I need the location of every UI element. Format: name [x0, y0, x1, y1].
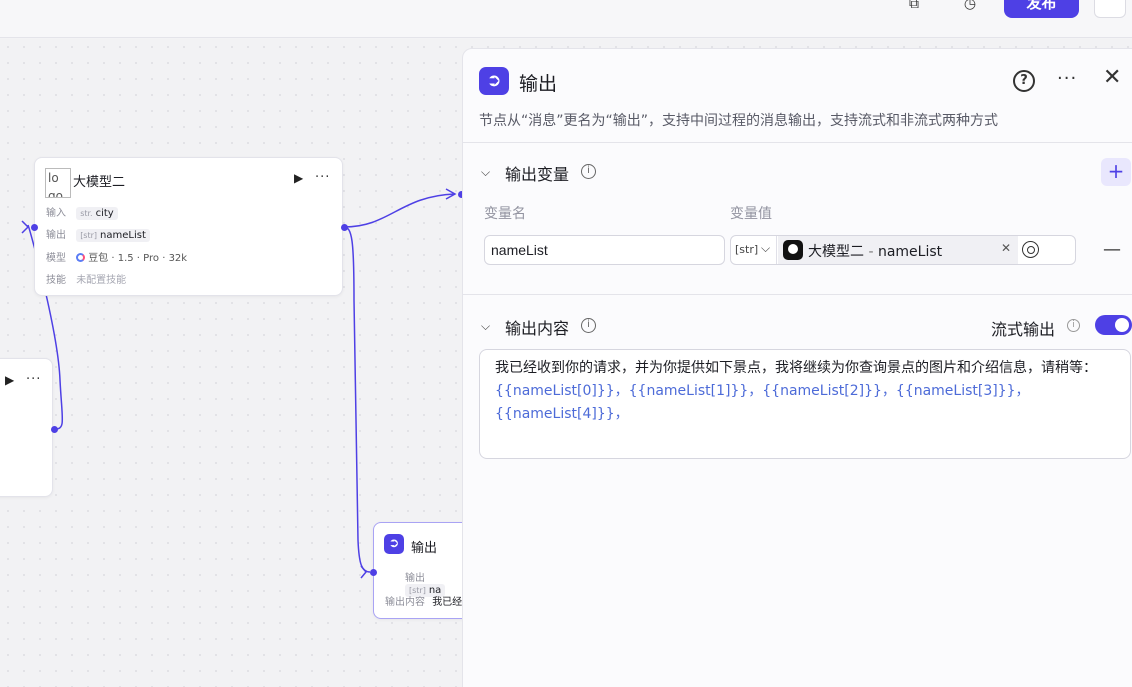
chevron-down-icon[interactable]: ⌵	[481, 319, 490, 334]
add-variable-button[interactable]: +	[1101, 158, 1131, 186]
more-icon[interactable]: ···	[315, 170, 330, 185]
column-header-name: 变量名	[484, 206, 526, 222]
output-node-icon: ➲	[384, 534, 404, 554]
panel-description: 节点从“消息”更名为“输出”，支持中间过程的消息输出，支持流式和非流式两种方式	[479, 113, 999, 129]
output-variables-title: 输出变量	[505, 165, 570, 184]
remove-variable-button[interactable]: —	[1103, 239, 1121, 260]
clear-reference-icon[interactable]: ✕	[1001, 241, 1011, 255]
node-config-panel: ➲ 输出 ? ··· ✕ 节点从“消息”更名为“输出”，支持中间过程的消息输出，…	[462, 48, 1132, 687]
help-icon[interactable]: ?	[1013, 70, 1035, 92]
variable-type-select[interactable]: [str] ⌵	[731, 236, 777, 264]
llm-input-row: 输入 str. city	[46, 204, 118, 220]
variable-name-input[interactable]	[484, 235, 725, 265]
output-content-title: 输出内容	[505, 319, 570, 338]
info-icon[interactable]: i	[581, 164, 596, 179]
output-node-input-handle[interactable]	[370, 569, 377, 576]
chevron-down-icon[interactable]: ⌵	[481, 165, 490, 180]
llm-node[interactable]: lo go 大模型二 ▶ ··· 输入 str. city 输出 [str] nam…	[34, 157, 343, 296]
variable-value-field[interactable]: [str] ⌵ 大模型二 - nameList ✕	[730, 235, 1076, 265]
output-content-variables: {{nameList[0]}}，{{nameList[1]}}，{{nameLi…	[495, 383, 1030, 422]
llm-model-row: 模型 豆包 · 1.5 · Pro · 32k	[46, 253, 188, 264]
output-content-text: 我已经收到你的请求，并为你提供如下景点，我将继续为你查询景点的图片和介绍信息，请…	[495, 360, 1097, 376]
info-icon[interactable]: i	[581, 318, 596, 333]
info-icon[interactable]: i	[1067, 319, 1080, 332]
output-node[interactable]: ➲ 输出 输出 [str] na 输出内容 我已经	[373, 522, 473, 619]
upstream-output-handle[interactable]	[51, 426, 58, 433]
more-icon[interactable]: ···	[1057, 68, 1077, 89]
edge-llm-to-output	[343, 226, 371, 573]
divider	[463, 142, 1132, 143]
close-icon[interactable]: ✕	[1103, 65, 1121, 90]
output-content-editor[interactable]: 我已经收到你的请求，并为你提供如下景点，我将继续为你查询景点的图片和介绍信息，请…	[479, 349, 1131, 459]
llm-node-title: 大模型二	[73, 175, 126, 190]
run-icon[interactable]: ▶	[5, 373, 14, 387]
edge-arrow-llm	[21, 220, 30, 234]
run-icon[interactable]: ▶	[294, 171, 303, 185]
upstream-node[interactable]: ▶ ···	[0, 358, 53, 497]
edge-llm-to-right	[343, 193, 456, 228]
stream-output-label: 流式输出	[991, 320, 1056, 339]
edge-arrow-output	[360, 565, 367, 579]
output-node-icon: ➲	[479, 67, 509, 95]
stream-output-toggle[interactable]	[1095, 315, 1132, 335]
llm-output-row: 输出 [str] nameList	[46, 226, 150, 242]
output-node-title: 输出	[411, 541, 438, 556]
more-icon[interactable]: ···	[26, 372, 41, 387]
doubao-model-icon	[76, 253, 86, 262]
variable-reference-chip[interactable]: 大模型二 - nameList	[778, 236, 1018, 264]
llm-skill-row: 技能 未配置技能	[46, 275, 127, 286]
node-logo-image: lo go	[45, 168, 71, 198]
llm-node-icon	[783, 240, 803, 260]
panel-title: 输出	[519, 73, 558, 95]
select-reference-icon[interactable]	[1022, 241, 1039, 258]
llm-input-handle[interactable]	[31, 224, 38, 231]
llm-output-handle[interactable]	[341, 224, 348, 231]
divider	[463, 294, 1132, 295]
column-header-value: 变量值	[730, 206, 772, 222]
chevron-down-icon: ⌵	[761, 241, 771, 255]
output-node-content-row: 输出内容 我已经	[385, 597, 463, 608]
